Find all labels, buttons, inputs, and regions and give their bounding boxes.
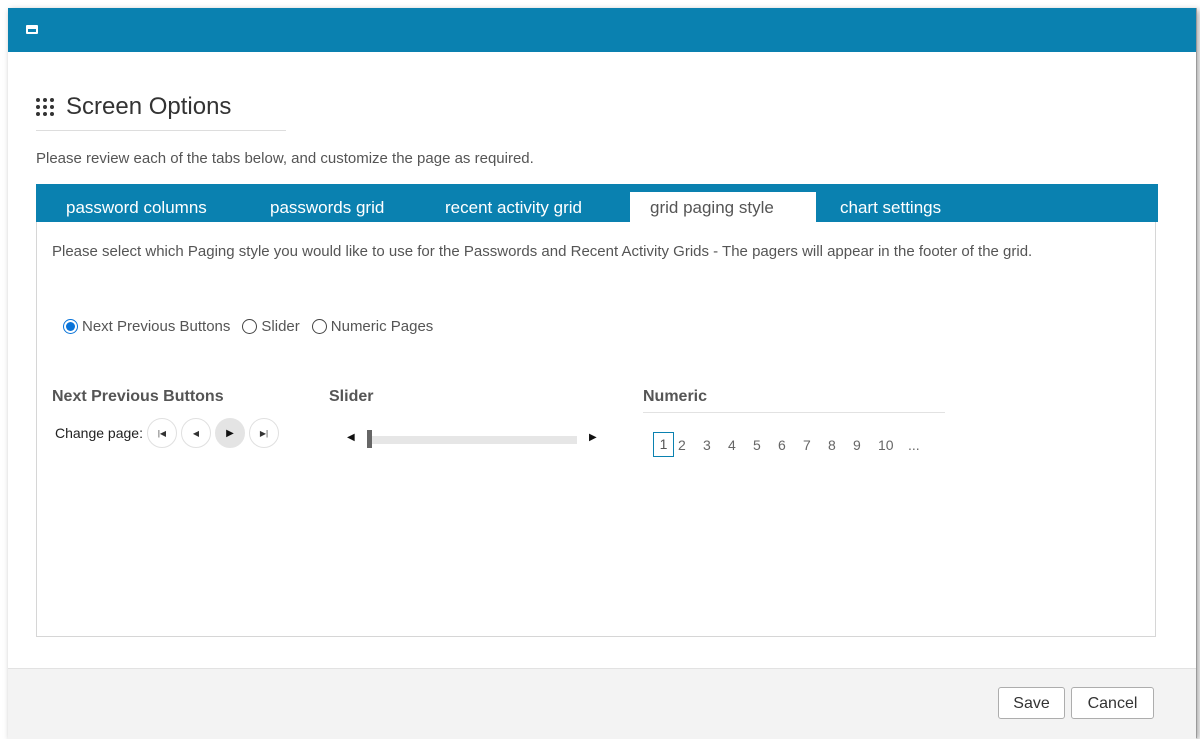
dialog-title: Screen Options xyxy=(66,93,232,120)
first-page-icon: |◀ xyxy=(157,428,167,438)
page-number[interactable]: 3 xyxy=(703,437,728,453)
slider-pager: ◀ ▶ xyxy=(347,430,597,448)
numeric-pager: 1 2 3 4 5 6 7 8 9 10 ... xyxy=(653,432,933,457)
tab-chart-settings[interactable]: chart settings xyxy=(820,192,961,222)
tab-panel-grid-paging-style: Please select which Paging style you wou… xyxy=(36,222,1156,637)
save-button[interactable]: Save xyxy=(998,687,1065,719)
grid-dots-icon xyxy=(36,98,60,118)
slider-track[interactable] xyxy=(367,436,577,444)
page-number-current[interactable]: 1 xyxy=(653,432,674,457)
tab-grid-paging-style[interactable]: grid paging style xyxy=(630,192,816,222)
change-page-label: Change page: xyxy=(55,425,143,441)
tab-recent-activity-grid[interactable]: recent activity grid xyxy=(425,192,602,222)
next-previous-pager: Change page: |◀ ◀ ▶ ▶| xyxy=(55,418,283,448)
last-page-icon: ▶| xyxy=(259,428,269,438)
cancel-button[interactable]: Cancel xyxy=(1071,687,1154,719)
section-heading-next-previous: Next Previous Buttons xyxy=(52,388,224,405)
prev-page-button[interactable]: ◀ xyxy=(180,418,211,448)
radio-next-previous-buttons[interactable] xyxy=(63,319,78,334)
page-ellipsis[interactable]: ... xyxy=(908,437,933,453)
title-bar xyxy=(8,8,1196,52)
radio-label-slider[interactable]: Slider xyxy=(261,318,299,335)
numeric-divider xyxy=(643,412,945,413)
tab-password-columns[interactable]: password columns xyxy=(46,192,227,222)
slider-decrease-icon[interactable]: ◀ xyxy=(347,432,355,443)
page-number[interactable]: 8 xyxy=(828,437,853,453)
dialog-footer: Save Cancel xyxy=(8,668,1196,739)
radio-label-numeric-pages[interactable]: Numeric Pages xyxy=(331,318,434,335)
last-page-button[interactable]: ▶| xyxy=(248,418,279,448)
section-heading-numeric: Numeric xyxy=(643,388,708,405)
dialog-heading: Screen Options xyxy=(36,92,286,131)
page-number[interactable]: 5 xyxy=(753,437,778,453)
paging-description: Please select which Paging style you wou… xyxy=(52,243,1033,260)
radio-slider[interactable] xyxy=(242,319,258,334)
window-icon xyxy=(26,25,38,34)
page-number[interactable]: 9 xyxy=(853,437,878,453)
prev-page-icon: ◀ xyxy=(192,428,200,438)
slider-increase-icon[interactable]: ▶ xyxy=(589,432,597,443)
next-page-icon: ▶ xyxy=(226,427,234,439)
page-number[interactable]: 6 xyxy=(778,437,803,453)
page-number[interactable]: 2 xyxy=(678,437,703,453)
next-page-button[interactable]: ▶ xyxy=(214,418,245,448)
screen-options-dialog: Screen Options Please review each of the… xyxy=(8,8,1197,739)
tab-passwords-grid[interactable]: passwords grid xyxy=(250,192,404,222)
page-number[interactable]: 7 xyxy=(803,437,828,453)
slider-thumb[interactable] xyxy=(367,430,372,448)
section-heading-slider: Slider xyxy=(329,388,374,405)
page-number[interactable]: 10 xyxy=(878,437,908,453)
intro-text: Please review each of the tabs below, an… xyxy=(36,150,534,167)
radio-numeric-pages[interactable] xyxy=(311,319,327,334)
first-page-button[interactable]: |◀ xyxy=(146,418,177,448)
paging-style-options: Next Previous Buttons Slider Numeric Pag… xyxy=(63,318,445,335)
tab-bar: password columns passwords grid recent a… xyxy=(36,184,1158,222)
page-number[interactable]: 4 xyxy=(728,437,753,453)
radio-label-next-previous-buttons[interactable]: Next Previous Buttons xyxy=(82,318,230,335)
